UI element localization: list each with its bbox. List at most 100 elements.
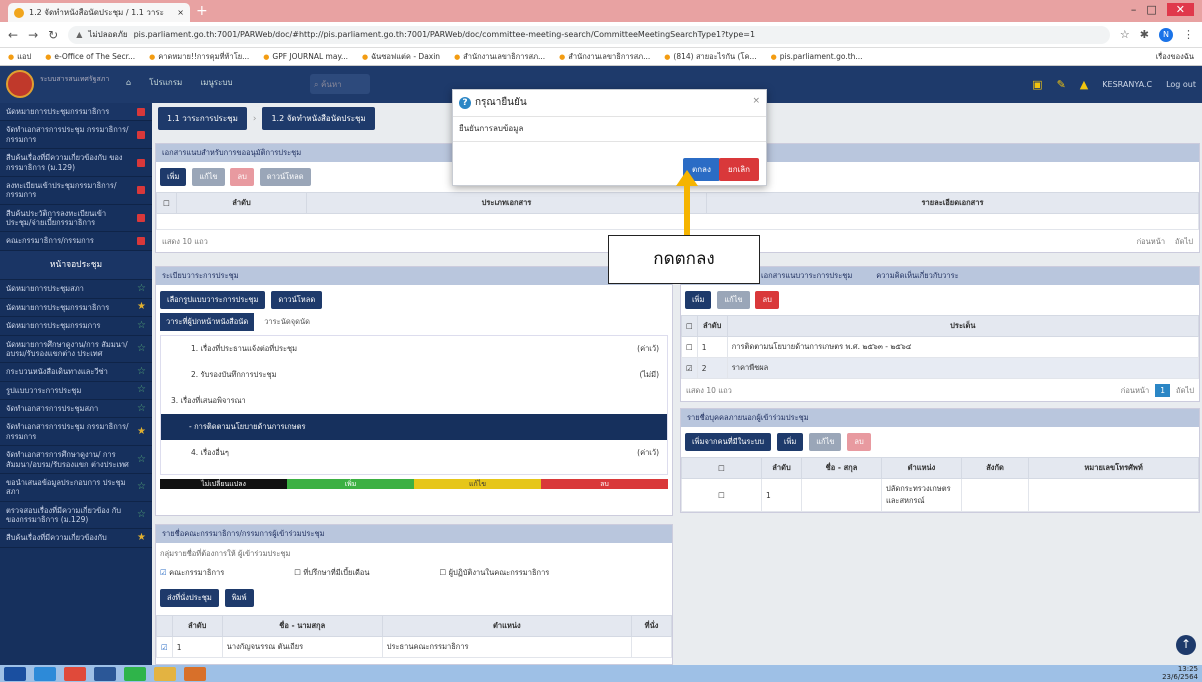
sidebar-item[interactable]: กระบวนหนังสือเดินทางและวีซ่า ☆ xyxy=(0,363,152,382)
favorite-star-icon[interactable]: ☆ xyxy=(137,283,146,296)
page-size-select[interactable]: แสดง 10 แถว xyxy=(686,385,732,397)
profile-avatar[interactable]: N xyxy=(1159,27,1173,42)
folder-icon[interactable] xyxy=(154,666,176,681)
ie-icon[interactable] xyxy=(34,666,56,681)
add-issue-button[interactable]: เพิ่ม xyxy=(685,291,712,309)
select-all-checkbox[interactable] xyxy=(156,615,173,637)
import-attendee-button[interactable]: เพิ่มจากคนที่มีในระบบ xyxy=(685,433,771,451)
page-size-select[interactable]: แสดง 10 แถว xyxy=(162,236,208,248)
agenda-item[interactable]: 3. เรื่องที่เสนอพิจารณา xyxy=(161,388,667,414)
prev-page-button[interactable]: ก่อนหน้า xyxy=(1121,385,1149,397)
favorite-star-icon[interactable]: ☆ xyxy=(137,481,146,494)
sidebar-item[interactable]: จัดทำเอกสารการศึกษาดูงาน/ การสัมมนา/อบรม… xyxy=(0,446,152,474)
tab-agenda-attachments[interactable]: เอกสารแนบวาระการประชุม xyxy=(761,270,852,282)
word-icon[interactable] xyxy=(94,666,116,681)
sidebar-item[interactable]: จัดทำเอกสารการประชุมสภา ☆ xyxy=(0,400,152,419)
sidebar-item[interactable]: นัดหมายการประชุมกรรมาธิการ xyxy=(0,103,152,122)
reading-list[interactable]: เรื่องของฉัน xyxy=(1156,51,1194,63)
crumb-invitation[interactable]: 1.2 จัดทำหนังสือนัดประชุม xyxy=(262,107,375,130)
agenda-item[interactable]: 2. รับรองบันทึกการประชุม (ไม่มี) xyxy=(161,362,667,388)
print-button[interactable]: พิมพ์ xyxy=(224,589,254,607)
extension-icon[interactable]: ✱ xyxy=(1140,28,1149,41)
agenda-item[interactable]: - การติดตามนโยบายด้านการเกษตร xyxy=(161,414,667,440)
header-menu-system[interactable]: เมนูระบบ xyxy=(200,76,232,89)
favorite-star-icon[interactable]: ★ xyxy=(137,532,146,545)
sidebar-item[interactable]: จัดทำเอกสารการประชุม กรรมาธิการ/กรรมการ xyxy=(0,121,152,150)
edit-document-button[interactable]: แก้ไข xyxy=(192,168,225,186)
sidebar-item[interactable]: สืบค้นประวัติการลงทะเบียนเข้า ประชุม/จ่า… xyxy=(0,205,152,233)
logout-link[interactable]: Log out xyxy=(1166,80,1196,89)
start-icon[interactable] xyxy=(4,666,26,681)
sidebar-item[interactable]: นัดหมายการประชุมกรรมการ ☆ xyxy=(0,317,152,336)
new-tab-button[interactable]: + xyxy=(196,3,208,19)
bookmark-item[interactable]: e-Office of The Secr... xyxy=(45,52,135,61)
prev-page-button[interactable]: ก่อนหน้า xyxy=(1137,236,1165,248)
browser-tab[interactable]: 1.2 จัดทำหนังสือนัดประชุม / 1.1 วาระ × xyxy=(8,3,190,22)
agenda-item[interactable]: 1. เรื่องที่ประธานแจ้งต่อที่ประชุม (ค่าเว… xyxy=(161,336,667,362)
sidebar-item[interactable]: ตรวจสอบเรื่องที่มีความเกี่ยวข้อง กับของก… xyxy=(0,502,152,530)
next-page-button[interactable]: ถัดไป xyxy=(1176,385,1194,397)
system-clock[interactable]: 13:25 23/6/2564 xyxy=(1162,665,1198,681)
select-agenda-template-button[interactable]: เลือกรูปแบบวาระการประชุม xyxy=(160,291,266,309)
favorite-star-icon[interactable]: ★ xyxy=(137,426,146,439)
app-icon[interactable] xyxy=(184,666,206,681)
bookmark-item[interactable]: GPF JOURNAL may... xyxy=(263,52,348,61)
download-document-button[interactable]: ดาวน์โหลด xyxy=(259,168,311,186)
favorite-star-icon[interactable]: ☆ xyxy=(137,384,146,397)
favorite-star-icon[interactable]: ☆ xyxy=(137,403,146,416)
delete-document-button[interactable]: ลบ xyxy=(230,168,254,186)
bookmark-item[interactable]: แอป xyxy=(8,51,31,63)
sidebar-item[interactable]: ลงทะเบียนเข้าประชุมกรรมาธิการ/ กรรมการ xyxy=(0,177,152,205)
bookmark-item[interactable]: สำนักงานเลขาธิการสภ... xyxy=(559,51,650,63)
tab-agenda-cover[interactable]: วาระที่ผู้ปกหน้าหนังสือนัด xyxy=(160,313,255,331)
forward-icon[interactable]: → xyxy=(28,28,38,42)
sidebar-item[interactable]: คณะกรรมาธิการ/กรรมการ xyxy=(0,232,152,251)
bookmark-item[interactable]: คาดหมาย!!การคุมที่ท้าโย... xyxy=(149,51,249,63)
menu-icon[interactable]: ⋮ xyxy=(1183,28,1194,41)
url-input[interactable]: ▲ ไม่ปลอดภัย pis.parliament.go.th:7001/P… xyxy=(68,25,1110,44)
back-icon[interactable]: ← xyxy=(8,28,18,42)
add-attendee-button[interactable]: เพิ่ม xyxy=(776,433,804,451)
check-staff[interactable]: ☐ ผู้ปฏิบัติงานในคณะกรรมาธิการ xyxy=(439,567,549,579)
minimize-icon[interactable]: – xyxy=(1131,3,1137,16)
edit-icon[interactable]: ✎ xyxy=(1057,78,1066,91)
maximize-icon[interactable]: □ xyxy=(1146,3,1156,16)
favorite-star-icon[interactable]: ☆ xyxy=(137,454,146,467)
row-checkbox[interactable]: ☐ xyxy=(681,336,698,358)
scroll-top-button[interactable]: ↑ xyxy=(1176,635,1196,655)
chart-icon[interactable]: ▣ xyxy=(1032,78,1042,91)
row-checkbox-checked[interactable]: ☑ xyxy=(681,357,698,379)
edit-issue-button[interactable]: แก้ไข xyxy=(717,291,750,309)
home-icon[interactable]: ⌂ xyxy=(126,78,131,87)
row-checkbox[interactable]: ☐ xyxy=(681,478,762,512)
sidebar-item[interactable]: นัดหมายการประชุมสภา ☆ xyxy=(0,280,152,299)
favorite-star-icon[interactable]: ☆ xyxy=(137,366,146,379)
current-page[interactable]: 1 xyxy=(1155,384,1171,397)
bookmark-item[interactable]: ฉันซอฟแต่ค - Daxin xyxy=(362,51,440,63)
sidebar-item[interactable]: นัดหมายการศึกษาดูงาน/การ สัมมนา/อบรม/รับ… xyxy=(0,336,152,364)
send-seating-button[interactable]: ส่งที่นั่งประชุม xyxy=(160,589,219,607)
row-checkbox-checked[interactable]: ☑ xyxy=(156,636,173,658)
bookmark-item[interactable]: (814) สายอะไรกัน (โค... xyxy=(664,51,756,63)
bookmark-star-icon[interactable]: ☆ xyxy=(1120,28,1130,41)
add-document-button[interactable]: เพิ่ม xyxy=(160,168,187,186)
chrome-icon[interactable] xyxy=(64,666,86,681)
line-icon[interactable] xyxy=(124,666,146,681)
reload-icon[interactable]: ↻ xyxy=(48,28,58,42)
select-all-checkbox[interactable]: ☐ xyxy=(681,457,762,479)
agenda-item[interactable]: 4. เรื่องอื่นๆ (ค่าเว้) xyxy=(161,440,667,466)
table-row[interactable]: ☑ 2 ราคาพืชผล xyxy=(681,357,1200,379)
sidebar-item[interactable]: สืบค้นเรื่องที่มีความเกี่ยวข้องกับ ★ xyxy=(0,529,152,548)
delete-attendee-button[interactable]: ลบ xyxy=(847,433,871,451)
sidebar-item[interactable]: นัดหมายการประชุมกรรมาธิการ ★ xyxy=(0,299,152,318)
favorite-star-icon[interactable]: ☆ xyxy=(137,320,146,333)
sidebar-item[interactable]: สืบค้นเรื่องที่มีความเกี่ยวข้องกับ ของกร… xyxy=(0,149,152,177)
download-agenda-button[interactable]: ดาวน์โหลด xyxy=(271,291,323,309)
select-all-checkbox[interactable]: ☐ xyxy=(681,315,698,337)
sidebar-item[interactable]: ขอนำเสนอข้อมูลประกอบการ ประชุมสภา ☆ xyxy=(0,474,152,502)
table-row[interactable]: ☐ 1 การติดตามนโยบายด้านการเกษตร พ.ศ. ๒๕๖… xyxy=(681,336,1200,358)
table-row[interactable]: ☑ 1 นางกัญจนรรณ ตันเถียร ประธานคณะกรรมาธ… xyxy=(156,636,672,658)
sidebar-item[interactable]: จัดทำเอกสารการประชุม กรรมาธิการ/กรรมการ ★ xyxy=(0,418,152,447)
alert-icon[interactable]: ▲ xyxy=(1080,78,1088,91)
favorite-star-icon[interactable]: ★ xyxy=(137,301,146,314)
